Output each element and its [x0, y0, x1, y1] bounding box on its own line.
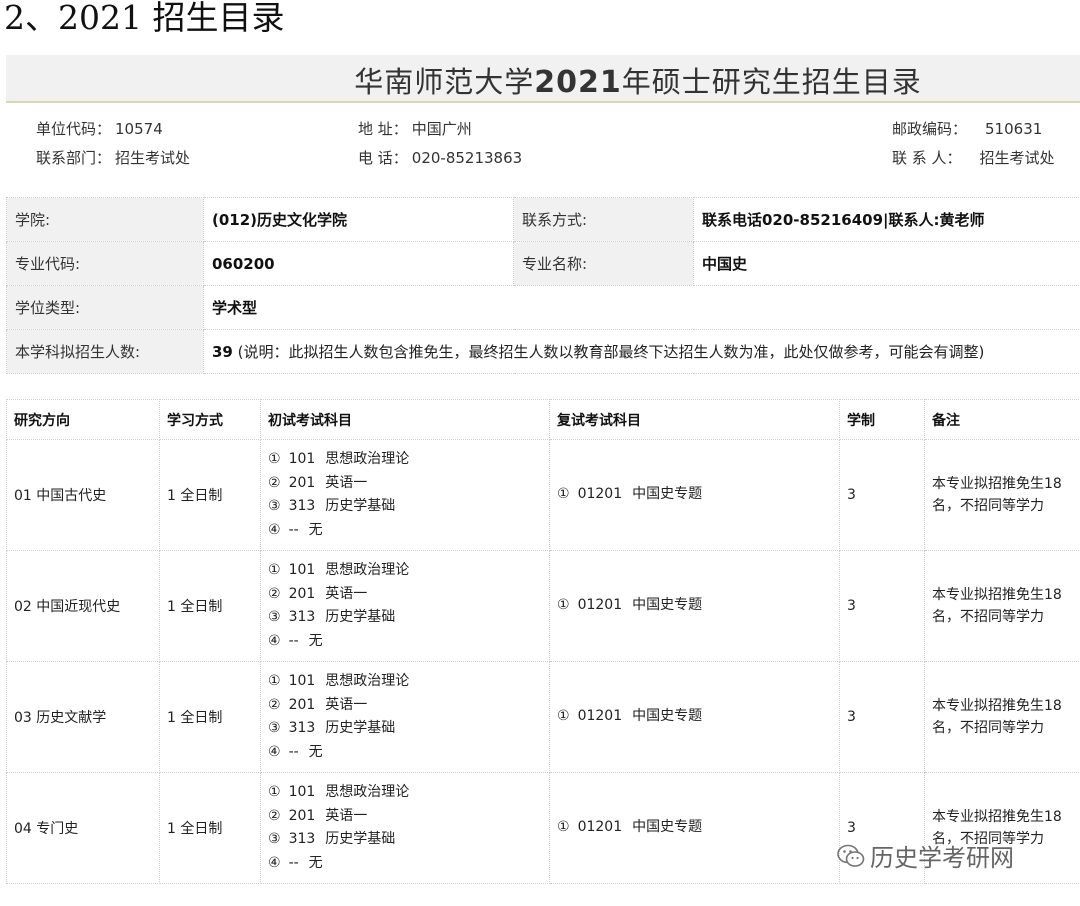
college-value: (012)历史文化学院 [203, 197, 514, 242]
exam-subject: ② 201 英语一 [268, 696, 368, 713]
exam-subject: ④ -- 无 [268, 854, 323, 871]
meta-row: 学院: (012)历史文化学院 联系方式: 联系电话020-85216409|联… [6, 197, 1080, 242]
exam-subject: ① 101 思想政治理论 [268, 673, 410, 689]
program-meta-table: 学院: (012)历史文化学院 联系方式: 联系电话020-85216409|联… [6, 197, 1080, 374]
years-cell: 3 [839, 439, 925, 551]
col-direction-header: 研究方向 [6, 399, 160, 440]
remark-cell: 本专业拟招推免生18名，不招同等学力 [924, 661, 1080, 773]
postcode: 邮政编码： 510631 [892, 120, 1043, 138]
exam-subject: ③ 313 历史学基础 [268, 498, 396, 514]
mode-cell: 1 全日制 [159, 550, 261, 662]
meta-row: 本学科拟招生人数: 39 (说明：此拟招生人数包含推免生，最终招生人数以教育部最… [6, 329, 1080, 374]
col-years-header: 学制 [839, 399, 925, 440]
years-cell: 3 [839, 661, 925, 773]
exam-subject: ② 201 英语一 [268, 585, 368, 602]
table-row: 01 中国古代史 1 全日制 ① 101 思想政治理论 ② 201 英语一 ③ 313 历史… [6, 439, 1080, 551]
section-heading: 2、2021 招生目录 [4, 0, 285, 37]
exam-subject: ② 201 英语一 [268, 474, 368, 491]
major-code-value: 060200 [203, 241, 514, 286]
exam-subject: ③ 313 历史学基础 [268, 720, 396, 736]
exam-subject: ① 101 思想政治理论 [268, 784, 410, 800]
remark-cell: 本专业拟招推免生18名，不招同等学力 [924, 439, 1080, 551]
meta-row: 学位类型: 学术型 [6, 285, 1080, 330]
retest-cell: ① 01201 中国史专题 [549, 439, 840, 551]
table-header-row: 研究方向 学习方式 初试考试科目 复试考试科目 学制 备注 [6, 399, 1080, 440]
major-name-label: 专业名称: [513, 241, 694, 286]
exam-cell: ① 101 思想政治理论 ② 201 英语一 ③ 313 历史学基础 ④ -- 无 [260, 550, 550, 662]
address: 地 址： 中国广州 [358, 120, 472, 138]
direction-cell: 02 中国近现代史 [6, 550, 160, 662]
exam-cell: ① 101 思想政治理论 ② 201 英语一 ③ 313 历史学基础 ④ -- 无 [260, 661, 550, 773]
remark-cell: 本专业拟招推免生18名，不招同等学力 [924, 550, 1080, 662]
quota-value: 39 (说明：此拟招生人数包含推免生，最终招生人数以教育部最终下达招生人数为准，… [203, 329, 1080, 374]
meta-row: 专业代码: 060200 专业名称: 中国史 [6, 241, 1080, 286]
col-retest-header: 复试考试科目 [549, 399, 840, 440]
retest-cell: ① 01201 中国史专题 [549, 661, 840, 773]
phone: 电 话： 020-85213863 [358, 149, 523, 167]
exam-subject: ④ -- 无 [268, 632, 323, 649]
exam-subject: ③ 313 历史学基础 [268, 609, 396, 625]
unit-code: 单位代码： 10574 [36, 120, 163, 138]
exam-subject: ③ 313 历史学基础 [268, 831, 396, 847]
catalog-table: 研究方向 学习方式 初试考试科目 复试考试科目 学制 备注 01 中国古代史 1… [6, 399, 1080, 884]
major-code-label: 专业代码: [6, 241, 204, 286]
direction-cell: 01 中国古代史 [6, 439, 160, 551]
major-name-value: 中国史 [693, 241, 1080, 286]
contact-way-value: 联系电话020-85216409|联系人:黄老师 [693, 197, 1080, 242]
exam-cell: ① 101 思想政治理论 ② 201 英语一 ③ 313 历史学基础 ④ -- 无 [260, 772, 550, 884]
retest-cell: ① 01201 中国史专题 [549, 772, 840, 884]
direction-cell: 03 历史文献学 [6, 661, 160, 773]
catalog-banner: 华南师范大学2021年硕士研究生招生目录 [6, 55, 1080, 103]
direction-cell: 04 专门史 [6, 772, 160, 884]
wechat-icon [836, 843, 866, 875]
contact-department: 联系部门： 招生考试处 [36, 149, 191, 167]
watermark-text: 历史学考研网 [870, 844, 1014, 872]
exam-subject: ① 101 思想政治理论 [268, 451, 410, 467]
degree-type-label: 学位类型: [6, 285, 204, 330]
contact-way-label: 联系方式: [513, 197, 694, 242]
table-row: 03 历史文献学 1 全日制 ① 101 思想政治理论 ② 201 英语一 ③ 313 历史… [6, 661, 1080, 773]
years-cell: 3 [839, 550, 925, 662]
retest-cell: ① 01201 中国史专题 [549, 550, 840, 662]
col-exam-header: 初试考试科目 [260, 399, 550, 440]
mode-cell: 1 全日制 [159, 772, 261, 884]
contact-person: 联 系 人： 招生考试处 [892, 149, 1055, 167]
exam-subject: ④ -- 无 [268, 521, 323, 538]
college-label: 学院: [6, 197, 204, 242]
catalog-title: 华南师范大学2021年硕士研究生招生目录 [354, 65, 922, 100]
exam-subject: ① 101 思想政治理论 [268, 562, 410, 578]
degree-type-value: 学术型 [203, 285, 1080, 330]
exam-subject: ④ -- 无 [268, 743, 323, 760]
col-mode-header: 学习方式 [159, 399, 261, 440]
watermark: 历史学考研网 [836, 838, 1014, 875]
exam-subject: ② 201 英语一 [268, 807, 368, 824]
mode-cell: 1 全日制 [159, 661, 261, 773]
exam-cell: ① 101 思想政治理论 ② 201 英语一 ③ 313 历史学基础 ④ -- 无 [260, 439, 550, 551]
quota-label: 本学科拟招生人数: [6, 329, 204, 374]
table-row: 02 中国近现代史 1 全日制 ① 101 思想政治理论 ② 201 英语一 ③ 313 历… [6, 550, 1080, 662]
mode-cell: 1 全日制 [159, 439, 261, 551]
quota-note: (说明：此拟招生人数包含推免生，最终招生人数以教育部最终下达招生人数为准，此处仅… [232, 343, 985, 361]
col-remark-header: 备注 [924, 399, 1080, 440]
